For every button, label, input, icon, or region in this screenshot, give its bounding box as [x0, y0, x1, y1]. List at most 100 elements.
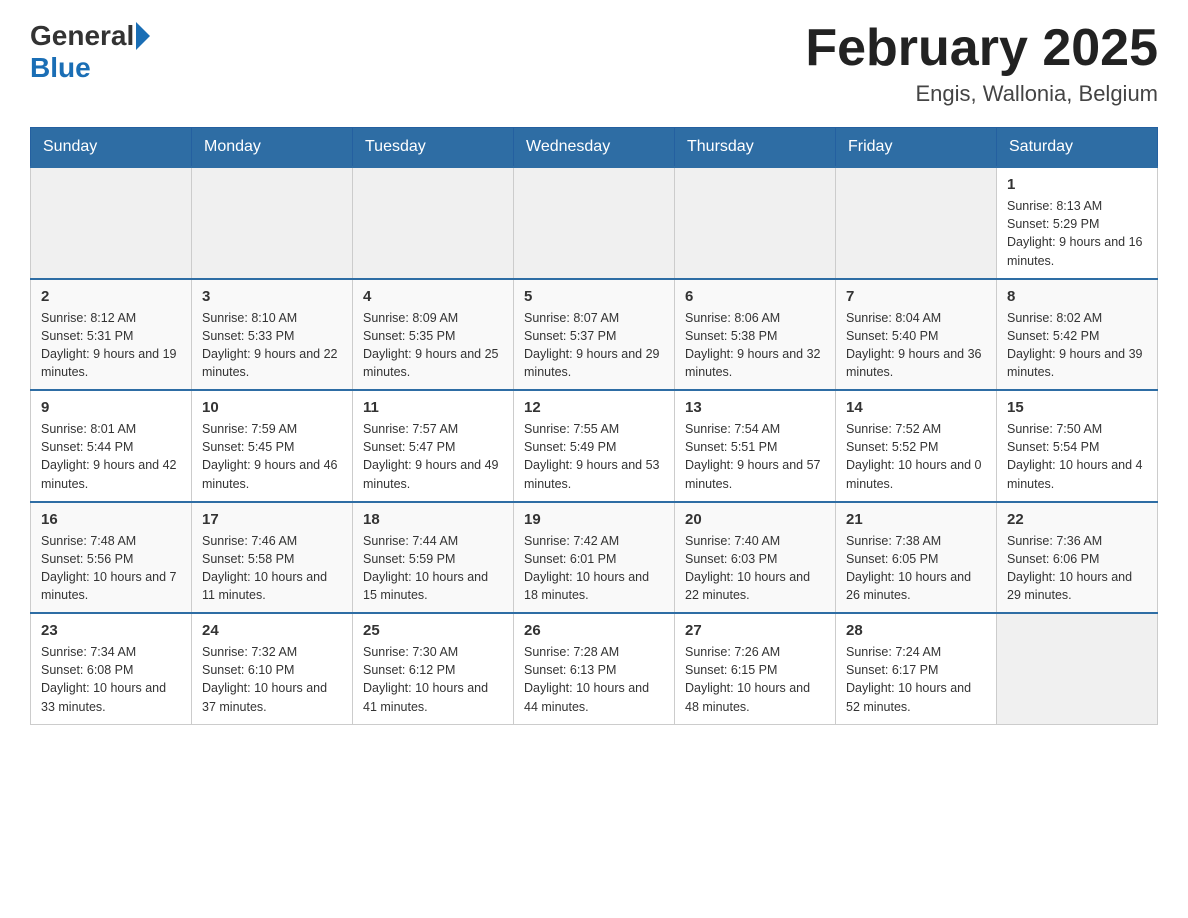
day-number: 19	[524, 511, 664, 528]
table-row	[514, 167, 675, 279]
day-number: 22	[1007, 511, 1147, 528]
day-info: Sunrise: 7:28 AMSunset: 6:13 PMDaylight:…	[524, 643, 664, 716]
day-number: 17	[202, 511, 342, 528]
table-row	[353, 167, 514, 279]
day-info: Sunrise: 7:24 AMSunset: 6:17 PMDaylight:…	[846, 643, 986, 716]
day-number: 9	[41, 399, 181, 416]
day-info: Sunrise: 7:48 AMSunset: 5:56 PMDaylight:…	[41, 532, 181, 605]
day-number: 24	[202, 622, 342, 639]
col-saturday: Saturday	[997, 128, 1158, 168]
table-row: 10 Sunrise: 7:59 AMSunset: 5:45 PMDayligh…	[192, 390, 353, 502]
table-row: 27 Sunrise: 7:26 AMSunset: 6:15 PMDayligh…	[675, 613, 836, 724]
col-sunday: Sunday	[31, 128, 192, 168]
day-number: 4	[363, 288, 503, 305]
day-number: 14	[846, 399, 986, 416]
table-row: 28 Sunrise: 7:24 AMSunset: 6:17 PMDayligh…	[836, 613, 997, 724]
logo-arrow-icon	[136, 22, 150, 50]
day-number: 28	[846, 622, 986, 639]
table-row: 25 Sunrise: 7:30 AMSunset: 6:12 PMDayligh…	[353, 613, 514, 724]
day-number: 12	[524, 399, 664, 416]
table-row: 18 Sunrise: 7:44 AMSunset: 5:59 PMDayligh…	[353, 502, 514, 614]
calendar-table: Sunday Monday Tuesday Wednesday Thursday…	[30, 127, 1158, 725]
table-row: 6Sunrise: 8:06 AMSunset: 5:38 PMDaylight…	[675, 279, 836, 391]
day-info: Sunrise: 8:13 AMSunset: 5:29 PMDaylight:…	[1007, 197, 1147, 270]
table-row	[836, 167, 997, 279]
table-row: 20 Sunrise: 7:40 AMSunset: 6:03 PMDayligh…	[675, 502, 836, 614]
day-number: 5	[524, 288, 664, 305]
day-number: 23	[41, 622, 181, 639]
day-info: Sunrise: 8:01 AMSunset: 5:44 PMDaylight:…	[41, 420, 181, 493]
table-row	[675, 167, 836, 279]
day-number: 3	[202, 288, 342, 305]
day-info: Sunrise: 7:52 AMSunset: 5:52 PMDaylight:…	[846, 420, 986, 493]
table-row: 17 Sunrise: 7:46 AMSunset: 5:58 PMDayligh…	[192, 502, 353, 614]
logo-blue-text: Blue	[30, 52, 91, 83]
table-row: 15Sunrise: 7:50 AMSunset: 5:54 PMDayligh…	[997, 390, 1158, 502]
day-info: Sunrise: 7:32 AMSunset: 6:10 PMDaylight:…	[202, 643, 342, 716]
title-section: February 2025 Engis, Wallonia, Belgium	[805, 20, 1158, 107]
day-info: Sunrise: 7:59 AMSunset: 5:45 PMDaylight:…	[202, 420, 342, 493]
logo-general-text: General	[30, 20, 134, 52]
col-tuesday: Tuesday	[353, 128, 514, 168]
table-row: 1 Sunrise: 8:13 AMSunset: 5:29 PMDaylight…	[997, 167, 1158, 279]
day-info: Sunrise: 7:42 AMSunset: 6:01 PMDaylight:…	[524, 532, 664, 605]
day-info: Sunrise: 8:10 AMSunset: 5:33 PMDaylight:…	[202, 309, 342, 382]
day-number: 7	[846, 288, 986, 305]
calendar-week-row: 23Sunrise: 7:34 AMSunset: 6:08 PMDayligh…	[31, 613, 1158, 724]
day-info: Sunrise: 7:46 AMSunset: 5:58 PMDaylight:…	[202, 532, 342, 605]
table-row: 5 Sunrise: 8:07 AMSunset: 5:37 PMDaylight…	[514, 279, 675, 391]
day-number: 13	[685, 399, 825, 416]
day-info: Sunrise: 8:02 AMSunset: 5:42 PMDaylight:…	[1007, 309, 1147, 382]
table-row: 7 Sunrise: 8:04 AMSunset: 5:40 PMDaylight…	[836, 279, 997, 391]
calendar-week-row: 16 Sunrise: 7:48 AMSunset: 5:56 PMDayligh…	[31, 502, 1158, 614]
table-row: 3 Sunrise: 8:10 AMSunset: 5:33 PMDaylight…	[192, 279, 353, 391]
table-row	[31, 167, 192, 279]
calendar-week-row: 9 Sunrise: 8:01 AMSunset: 5:44 PMDaylight…	[31, 390, 1158, 502]
calendar-week-row: 1 Sunrise: 8:13 AMSunset: 5:29 PMDaylight…	[31, 167, 1158, 279]
day-number: 18	[363, 511, 503, 528]
calendar-subtitle: Engis, Wallonia, Belgium	[805, 81, 1158, 107]
table-row: 13 Sunrise: 7:54 AMSunset: 5:51 PMDayligh…	[675, 390, 836, 502]
calendar-header-row: Sunday Monday Tuesday Wednesday Thursday…	[31, 128, 1158, 168]
day-number: 25	[363, 622, 503, 639]
day-info: Sunrise: 8:04 AMSunset: 5:40 PMDaylight:…	[846, 309, 986, 382]
day-info: Sunrise: 7:26 AMSunset: 6:15 PMDaylight:…	[685, 643, 825, 716]
day-number: 16	[41, 511, 181, 528]
day-info: Sunrise: 8:09 AMSunset: 5:35 PMDaylight:…	[363, 309, 503, 382]
table-row: 22 Sunrise: 7:36 AMSunset: 6:06 PMDayligh…	[997, 502, 1158, 614]
table-row: 2Sunrise: 8:12 AMSunset: 5:31 PMDaylight…	[31, 279, 192, 391]
day-info: Sunrise: 7:54 AMSunset: 5:51 PMDaylight:…	[685, 420, 825, 493]
table-row: 11 Sunrise: 7:57 AMSunset: 5:47 PMDayligh…	[353, 390, 514, 502]
day-number: 20	[685, 511, 825, 528]
day-number: 1	[1007, 176, 1147, 193]
table-row: 4 Sunrise: 8:09 AMSunset: 5:35 PMDaylight…	[353, 279, 514, 391]
day-number: 10	[202, 399, 342, 416]
day-number: 8	[1007, 288, 1147, 305]
day-info: Sunrise: 7:57 AMSunset: 5:47 PMDaylight:…	[363, 420, 503, 493]
day-number: 27	[685, 622, 825, 639]
calendar-week-row: 2Sunrise: 8:12 AMSunset: 5:31 PMDaylight…	[31, 279, 1158, 391]
day-info: Sunrise: 7:30 AMSunset: 6:12 PMDaylight:…	[363, 643, 503, 716]
table-row: 14 Sunrise: 7:52 AMSunset: 5:52 PMDayligh…	[836, 390, 997, 502]
col-monday: Monday	[192, 128, 353, 168]
day-info: Sunrise: 8:07 AMSunset: 5:37 PMDaylight:…	[524, 309, 664, 382]
day-info: Sunrise: 8:06 AMSunset: 5:38 PMDaylight:…	[685, 309, 825, 382]
table-row	[192, 167, 353, 279]
day-info: Sunrise: 7:36 AMSunset: 6:06 PMDaylight:…	[1007, 532, 1147, 605]
day-info: Sunrise: 7:44 AMSunset: 5:59 PMDaylight:…	[363, 532, 503, 605]
logo: General Blue	[30, 20, 152, 84]
day-info: Sunrise: 8:12 AMSunset: 5:31 PMDaylight:…	[41, 309, 181, 382]
day-number: 11	[363, 399, 503, 416]
table-row: 23Sunrise: 7:34 AMSunset: 6:08 PMDayligh…	[31, 613, 192, 724]
col-wednesday: Wednesday	[514, 128, 675, 168]
table-row: 24 Sunrise: 7:32 AMSunset: 6:10 PMDayligh…	[192, 613, 353, 724]
day-info: Sunrise: 7:50 AMSunset: 5:54 PMDaylight:…	[1007, 420, 1147, 493]
table-row: 16 Sunrise: 7:48 AMSunset: 5:56 PMDayligh…	[31, 502, 192, 614]
table-row: 12 Sunrise: 7:55 AMSunset: 5:49 PMDayligh…	[514, 390, 675, 502]
page-header: General Blue February 2025 Engis, Wallon…	[30, 20, 1158, 107]
table-row: 9 Sunrise: 8:01 AMSunset: 5:44 PMDaylight…	[31, 390, 192, 502]
day-info: Sunrise: 7:55 AMSunset: 5:49 PMDaylight:…	[524, 420, 664, 493]
table-row: 26Sunrise: 7:28 AMSunset: 6:13 PMDayligh…	[514, 613, 675, 724]
day-info: Sunrise: 7:40 AMSunset: 6:03 PMDaylight:…	[685, 532, 825, 605]
day-info: Sunrise: 7:38 AMSunset: 6:05 PMDaylight:…	[846, 532, 986, 605]
